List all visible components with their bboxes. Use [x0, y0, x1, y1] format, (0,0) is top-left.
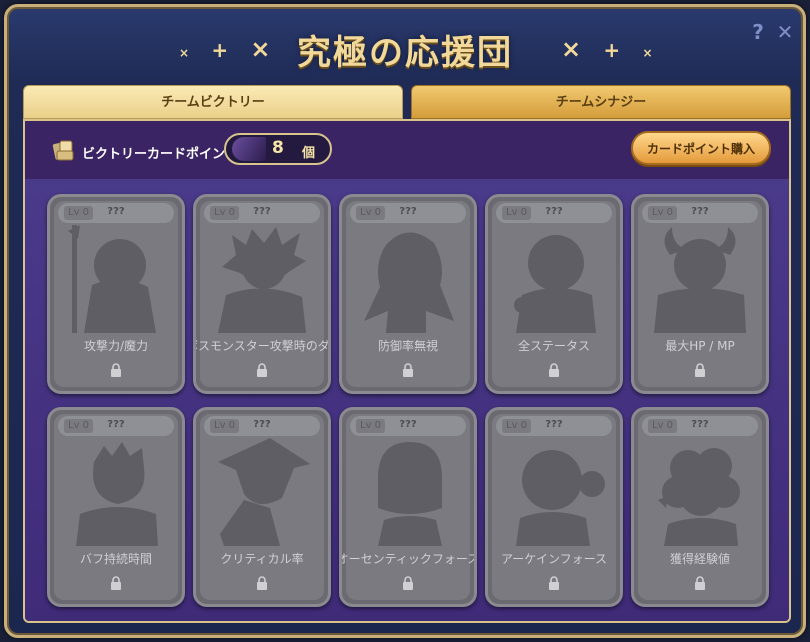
deco-plus-icon: +	[603, 38, 629, 62]
card-header: Lv 0 ???	[58, 203, 174, 223]
card-header: Lv 0 ???	[496, 416, 612, 436]
lock-icon	[695, 576, 705, 590]
card-name: ???	[253, 419, 271, 430]
card-stat-label: オーセンティックフォース	[339, 552, 477, 566]
card-stat-label: ボスモンスター攻撃時のダメージ	[193, 339, 330, 353]
window-title: 究極の応援団	[297, 33, 513, 73]
points-counter: 8 個	[224, 133, 332, 165]
hat-silhouette-icon	[218, 438, 310, 546]
lock-icon	[695, 363, 705, 377]
victory-card[interactable]: Lv 0 ??? 最大HP / MP	[631, 194, 769, 394]
victory-card[interactable]: Lv 0 ??? アーケインフォース	[485, 407, 623, 607]
bun-hair-silhouette-icon	[516, 450, 605, 546]
victory-card[interactable]: Lv 0 ??? 防御率無視	[339, 194, 477, 394]
victory-card[interactable]: Lv 0 ??? ボスモンスター攻撃時のダメージ	[193, 194, 331, 394]
card-header: Lv 0 ???	[204, 203, 320, 223]
victory-card[interactable]: Lv 0 ??? 攻撃力/魔力	[47, 194, 185, 394]
card-grid: Lv 0 ??? 攻撃力/魔力 Lv 0 ??? ボスモンスター攻撃時のダ Lv…	[25, 179, 789, 621]
card-name: ???	[107, 206, 125, 217]
card-stat-label: バフ持続時間	[79, 552, 152, 566]
card-name: ???	[399, 206, 417, 217]
title-decoration-right: × + ×	[561, 35, 661, 63]
card-stat-label: 防御率無視	[377, 339, 438, 353]
victory-card[interactable]: Lv 0 ??? 全ステータス	[485, 194, 623, 394]
staff-girl-silhouette-icon	[68, 225, 156, 333]
card-name: ???	[545, 206, 563, 217]
cards-icon	[52, 140, 74, 161]
victory-card[interactable]: Lv 0 ??? 獲得経験値	[631, 407, 769, 607]
card-header: Lv 0 ???	[58, 416, 174, 436]
boy-silhouette-icon	[76, 442, 158, 546]
card-header: Lv 0 ???	[350, 203, 466, 223]
help-button[interactable]: ?	[747, 21, 769, 43]
lock-icon	[111, 363, 121, 377]
title-bar: × + × 究極の応援団 × + × ? ✕	[7, 7, 803, 87]
lock-icon	[111, 576, 121, 590]
victory-card[interactable]: Lv 0 ??? クリティカル率	[193, 407, 331, 607]
card-name: ???	[545, 419, 563, 430]
victory-card-panel: ビクトリーカードポイント 8 個 カードポイント購入 Lv 0 ??? 攻撃力/…	[23, 119, 791, 623]
card-header: Lv 0 ???	[496, 203, 612, 223]
points-bar: ビクトリーカードポイント 8 個 カードポイント購入	[25, 121, 789, 179]
victory-card[interactable]: Lv 0 ??? バフ持続時間	[47, 407, 185, 607]
victory-card[interactable]: Lv 0 ??? オーセンティックフォース	[339, 407, 477, 607]
card-stat-label: 全ステータス	[517, 339, 590, 353]
card-stat-label: 攻撃力/魔力	[83, 339, 149, 353]
card-header: Lv 0 ???	[350, 416, 466, 436]
card-name: ???	[399, 419, 417, 430]
deco-cross-icon: ×	[561, 35, 590, 63]
tab-team-victory[interactable]: チームビクトリー	[23, 85, 403, 119]
card-name: ???	[253, 206, 271, 217]
lock-icon	[549, 363, 559, 377]
card-stat-label: 最大HP / MP	[665, 339, 735, 353]
lock-icon	[403, 363, 413, 377]
spiky-hair-silhouette-icon	[218, 227, 306, 333]
card-stat-label: 獲得経験値	[669, 552, 730, 566]
points-label: ビクトリーカードポイント	[82, 147, 239, 162]
card-header: Lv 0 ???	[204, 416, 320, 436]
card-header: Lv 0 ???	[642, 203, 758, 223]
lock-icon	[257, 576, 267, 590]
deco-cross-icon: ×	[642, 46, 661, 60]
curly-hair-silhouette-icon	[658, 448, 740, 546]
lock-icon	[403, 576, 413, 590]
card-stat-label: アーケインフォース	[500, 552, 608, 566]
horned-silhouette-icon	[654, 227, 746, 333]
points-unit: 個	[302, 146, 316, 161]
card-name: ???	[691, 206, 709, 217]
points-value: 8	[272, 138, 284, 158]
card-name: ???	[107, 419, 125, 430]
points-counter-accent	[232, 137, 266, 161]
short-hair-silhouette-icon	[514, 235, 596, 333]
card-name: ???	[691, 419, 709, 430]
lock-icon	[257, 363, 267, 377]
close-button[interactable]: ✕	[774, 21, 796, 43]
bob-hair-silhouette-icon	[378, 442, 442, 546]
buy-card-points-button[interactable]: カードポイント購入	[631, 131, 771, 165]
card-stat-label: クリティカル率	[220, 552, 304, 566]
lock-icon	[549, 576, 559, 590]
card-header: Lv 0 ???	[642, 416, 758, 436]
tab-team-synergy[interactable]: チームシナジー	[411, 85, 791, 119]
long-hair-silhouette-icon	[364, 232, 454, 333]
ultimate-cheer-team-window: × + × 究極の応援団 × + × ? ✕ チームビクトリー チームシナジー …	[4, 4, 806, 638]
